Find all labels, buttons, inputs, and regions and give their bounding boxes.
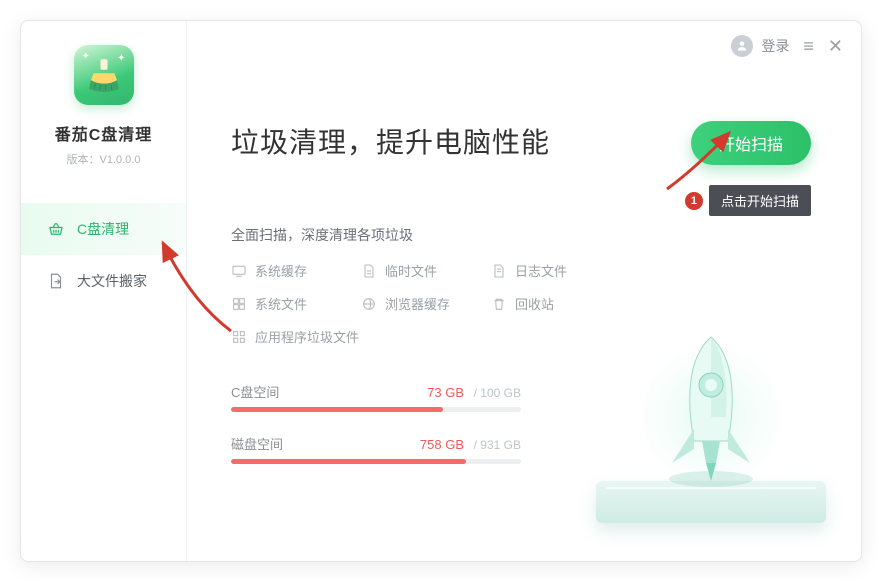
category-label: 日志文件 <box>515 261 567 280</box>
category-log-files: 日志文件 <box>491 261 621 280</box>
category-app-junk: 应用程序垃圾文件 <box>231 327 491 346</box>
category-browser-cache: 浏览器缓存 <box>361 294 491 313</box>
annotation-badge: 1 <box>685 192 703 210</box>
app-name: 番茄C盘清理 <box>55 121 153 145</box>
disk-bar <box>231 407 521 412</box>
sidebar-item-label: C盘清理 <box>77 219 129 239</box>
file-move-icon <box>47 272 65 290</box>
category-system-files: 系统文件 <box>231 294 361 313</box>
category-label: 回收站 <box>515 294 554 313</box>
monitor-icon <box>231 263 247 279</box>
disk-usage: C盘空间 73 GB / 100 GB 磁盘空间 758 GB / 931 GB <box>231 382 521 464</box>
windows-icon <box>231 296 247 312</box>
category-grid: 系统缓存 临时文件 日志文件 系统文件 浏览器缓存 回收站 <box>231 261 817 346</box>
category-label: 系统缓存 <box>255 261 307 280</box>
disk-name: C盘空间 <box>231 382 279 401</box>
app-version: 版本：V1.0.0.0 <box>67 151 141 167</box>
sidebar-item-c-clean[interactable]: C盘清理 <box>21 203 186 255</box>
trash-icon <box>491 296 507 312</box>
category-label: 临时文件 <box>385 261 437 280</box>
disk-bar <box>231 459 521 464</box>
app-window: 登录 ≡ ✕ ✦✦ 番茄C盘清理 版本：V1.0.0.0 <box>20 20 862 562</box>
category-recycle-bin: 回收站 <box>491 294 621 313</box>
log-icon <box>491 263 507 279</box>
file-icon <box>361 263 377 279</box>
sidebar-item-big-files[interactable]: 大文件搬家 <box>21 255 186 307</box>
disk-used: 73 GB <box>427 385 464 400</box>
app-logo: ✦✦ <box>74 45 134 105</box>
rocket-icon <box>656 329 766 489</box>
sidebar: ✦✦ 番茄C盘清理 版本：V1.0.0.0 C盘清理 <box>21 21 187 561</box>
annotation-text: 点击开始扫描 <box>709 185 811 216</box>
disk-used: 758 GB <box>420 437 464 452</box>
disk-fill <box>231 459 466 464</box>
disk-total: / 100 GB <box>474 386 521 400</box>
main-content: 垃圾清理，提升电脑性能 开始扫描 1 点击开始扫描 全面扫描，深度清理各项垃圾 … <box>187 21 861 561</box>
browser-icon <box>361 296 377 312</box>
sidebar-menu: C盘清理 大文件搬家 <box>21 203 186 307</box>
category-label: 浏览器缓存 <box>385 294 450 313</box>
category-temp-files: 临时文件 <box>361 261 491 280</box>
sidebar-item-label: 大文件搬家 <box>77 271 147 291</box>
category-label: 系统文件 <box>255 294 307 313</box>
basket-icon <box>47 220 65 238</box>
disk-row-all: 磁盘空间 758 GB / 931 GB <box>231 434 521 464</box>
apps-icon <box>231 329 247 345</box>
disk-row-c: C盘空间 73 GB / 100 GB <box>231 382 521 412</box>
disk-fill <box>231 407 443 412</box>
category-label: 应用程序垃圾文件 <box>255 327 359 346</box>
annotation-callout: 1 点击开始扫描 <box>685 185 811 216</box>
category-system-cache: 系统缓存 <box>231 261 361 280</box>
disk-name: 磁盘空间 <box>231 434 283 453</box>
scan-subtitle: 全面扫描，深度清理各项垃圾 <box>231 225 817 245</box>
disk-total: / 931 GB <box>474 438 521 452</box>
start-scan-button[interactable]: 开始扫描 <box>691 121 811 165</box>
